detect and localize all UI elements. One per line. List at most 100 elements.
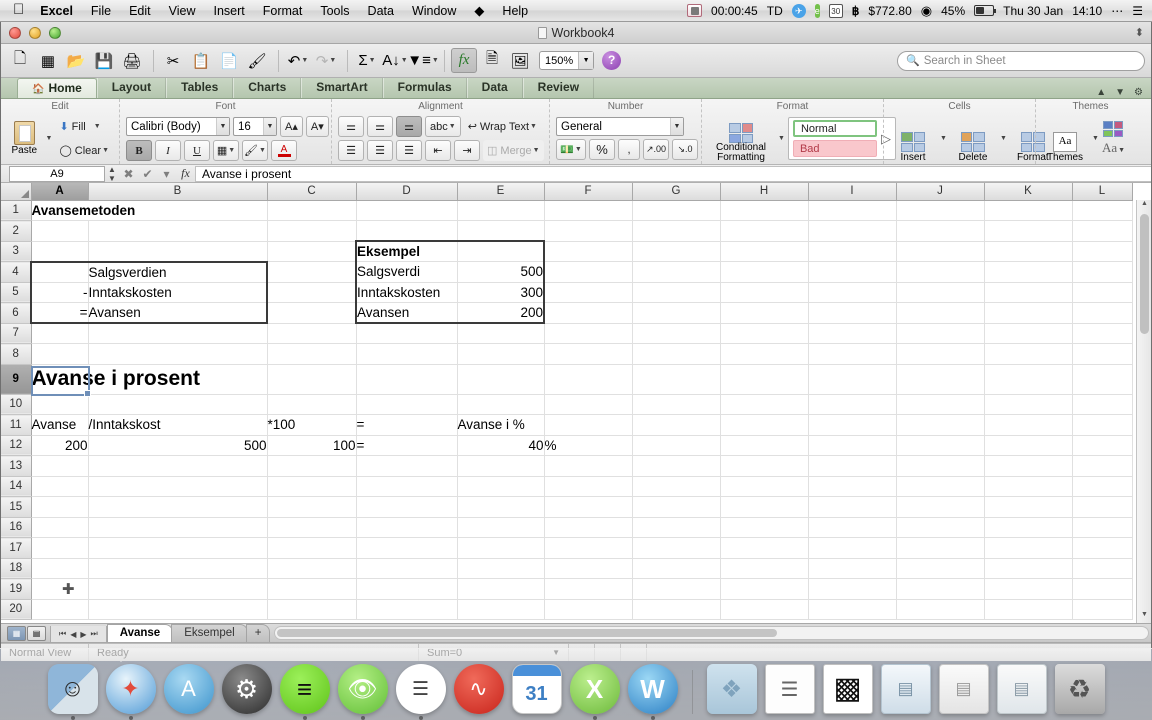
dock-qr-code-icon[interactable]: ▩ bbox=[822, 664, 873, 714]
save-icon[interactable]: 💾 bbox=[91, 48, 117, 73]
align-bottom-button[interactable]: ⚌ bbox=[396, 116, 422, 137]
cell-i6[interactable] bbox=[808, 302, 897, 324]
cell-k17[interactable] bbox=[984, 537, 1073, 559]
cell-c7[interactable] bbox=[267, 323, 357, 344]
cell-b2[interactable] bbox=[88, 220, 268, 242]
cell-a9[interactable]: Avanse i prosent bbox=[31, 364, 268, 395]
dock-minimized-window-3[interactable]: ▤ bbox=[996, 664, 1047, 714]
themes-button[interactable]: Aa Themes bbox=[1042, 113, 1088, 164]
cell-e12[interactable]: 40 bbox=[457, 435, 545, 456]
clear-button[interactable]: ◯ Clear ▼ bbox=[55, 140, 113, 161]
print-icon[interactable]: 🖨 bbox=[119, 48, 145, 73]
cell-a19[interactable] bbox=[31, 578, 89, 600]
font-size-dropdown-arrow[interactable]: ▼ bbox=[263, 118, 276, 135]
cell-d14[interactable] bbox=[356, 476, 458, 497]
cell-d6[interactable]: Avansen bbox=[355, 302, 458, 324]
cell-k8[interactable] bbox=[984, 343, 1073, 365]
cell-g18[interactable] bbox=[632, 558, 721, 579]
increase-decimal-button[interactable]: ↗.00 bbox=[643, 139, 669, 160]
cell-h12[interactable] bbox=[720, 435, 809, 456]
cell-g10[interactable] bbox=[632, 394, 721, 415]
help-icon[interactable]: ? bbox=[602, 51, 622, 70]
open-icon[interactable]: 📂 bbox=[63, 48, 89, 73]
cell-i5[interactable] bbox=[808, 282, 897, 303]
dock-spotify-icon[interactable]: ≡ bbox=[279, 664, 330, 720]
cell-f16[interactable] bbox=[544, 517, 633, 538]
cell-b19[interactable] bbox=[88, 578, 268, 600]
ribbon-expand-icon[interactable]: ▼ bbox=[1115, 87, 1125, 98]
cell-d1[interactable] bbox=[356, 200, 458, 221]
cell-g6[interactable] bbox=[632, 302, 721, 324]
cell-g16[interactable] bbox=[632, 517, 721, 538]
cell-c19[interactable] bbox=[267, 578, 357, 600]
menu-item-view[interactable]: View bbox=[169, 4, 196, 18]
cell-i8[interactable] bbox=[808, 343, 897, 365]
cell-d13[interactable] bbox=[356, 455, 458, 477]
cell-l11[interactable] bbox=[1072, 414, 1133, 436]
cell-i17[interactable] bbox=[808, 537, 897, 559]
font-size-input[interactable]: 16 ▼ bbox=[233, 117, 277, 136]
cell-k19[interactable] bbox=[984, 578, 1073, 600]
cell-l7[interactable] bbox=[1072, 323, 1133, 344]
row-header-7[interactable]: 7 bbox=[1, 323, 32, 344]
grow-font-button[interactable]: A▴ bbox=[280, 116, 303, 137]
sheet-nav-arrows[interactable]: ⏮ ◀ ▶ ⏭ bbox=[50, 626, 107, 642]
dock-trash-icon[interactable]: ♻ bbox=[1054, 664, 1105, 714]
cell-f5[interactable] bbox=[544, 282, 633, 303]
name-box-stepper[interactable]: ▲ ▼ bbox=[105, 165, 119, 183]
cell-c16[interactable] bbox=[267, 517, 357, 538]
cell-e16[interactable] bbox=[457, 517, 545, 538]
cell-f1[interactable] bbox=[544, 200, 633, 221]
cell-g12[interactable] bbox=[632, 435, 721, 456]
cell-j4[interactable] bbox=[896, 261, 985, 283]
cell-k12[interactable] bbox=[984, 435, 1073, 456]
row-header-13[interactable]: 13 bbox=[1, 455, 32, 477]
cell-e18[interactable] bbox=[457, 558, 545, 579]
cell-c12[interactable]: 100 bbox=[267, 435, 357, 456]
cell-d18[interactable] bbox=[356, 558, 458, 579]
cell-a11[interactable]: Avanse bbox=[31, 414, 89, 436]
clear-dropdown-arrow[interactable]: ▼ bbox=[102, 147, 109, 154]
tab-home[interactable]: 🏠 Home bbox=[17, 78, 97, 98]
cell-g2[interactable] bbox=[632, 220, 721, 242]
menu-item-excel[interactable]: Excel bbox=[40, 4, 73, 18]
filter-icon[interactable]: ▼≡ ▼ bbox=[407, 48, 439, 73]
dock-excel-icon[interactable]: X bbox=[569, 664, 620, 720]
formula-builder-icon[interactable]: fx bbox=[451, 48, 477, 73]
delete-cells-button[interactable]: Delete bbox=[950, 113, 996, 164]
cell-k1[interactable] bbox=[984, 200, 1073, 221]
comma-style-button[interactable]: , bbox=[618, 139, 640, 160]
cell-g15[interactable] bbox=[632, 496, 721, 518]
prev-sheet-arrow[interactable]: ◀ bbox=[70, 630, 76, 639]
calendar-menu-icon[interactable]: 30 bbox=[828, 3, 843, 18]
cell-j17[interactable] bbox=[896, 537, 985, 559]
row-header-5[interactable]: 5 bbox=[1, 282, 32, 303]
vertical-scrollbar[interactable]: ▲ ▼ bbox=[1136, 200, 1151, 623]
cell-b16[interactable] bbox=[88, 517, 268, 538]
cell-h3[interactable] bbox=[720, 241, 809, 262]
cell-f13[interactable] bbox=[544, 455, 633, 477]
cell-d20[interactable] bbox=[356, 599, 458, 620]
style-bad[interactable]: Bad bbox=[792, 140, 877, 157]
cell-k6[interactable] bbox=[984, 302, 1073, 324]
dock-minimized-window-2[interactable]: ▤ bbox=[938, 664, 989, 714]
horizontal-scroll-thumb[interactable] bbox=[277, 629, 778, 637]
row-header-9[interactable]: 9 bbox=[1, 364, 32, 395]
paste-button[interactable]: Paste bbox=[7, 121, 42, 156]
cell-d12[interactable]: = bbox=[356, 435, 458, 456]
cell-b15[interactable] bbox=[88, 496, 268, 518]
row-header-1[interactable]: 1 bbox=[1, 200, 32, 221]
borders-button[interactable]: ▦ ▼ bbox=[213, 140, 239, 161]
cell-h10[interactable] bbox=[720, 394, 809, 415]
cell-e11[interactable]: Avanse i % bbox=[457, 414, 545, 436]
orientation-button[interactable]: abc ▼ bbox=[425, 116, 461, 137]
cell-k14[interactable] bbox=[984, 476, 1073, 497]
colors-icon[interactable] bbox=[1103, 121, 1124, 137]
cell-b20[interactable] bbox=[88, 599, 268, 620]
cell-i7[interactable] bbox=[808, 323, 897, 344]
paste-icon[interactable]: 📄 bbox=[216, 48, 242, 73]
increase-indent-button[interactable]: ⇥ bbox=[454, 140, 480, 161]
tab-smartart[interactable]: SmartArt bbox=[301, 78, 383, 98]
cell-a7[interactable] bbox=[31, 323, 89, 344]
cell-j11[interactable] bbox=[896, 414, 985, 436]
